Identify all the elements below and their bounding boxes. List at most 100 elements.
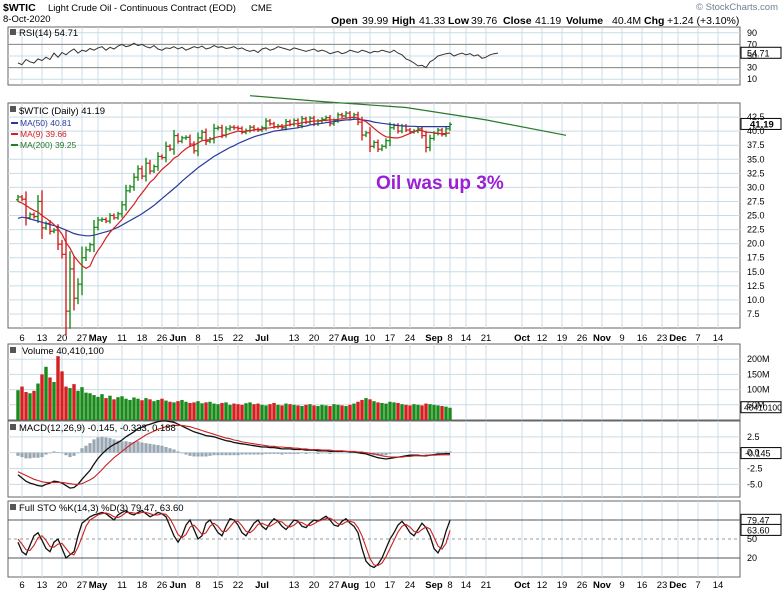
stock-chart: $WTIC Light Crude Oil - Continuous Contr… xyxy=(0,0,782,590)
rsi-y-tick-label: 90 xyxy=(747,28,757,38)
volume-bar xyxy=(432,404,436,420)
macd-histogram-bar xyxy=(52,451,56,453)
macd-histogram-bar xyxy=(164,446,168,453)
macd-histogram-bar xyxy=(272,452,276,454)
volume-bar xyxy=(208,401,212,420)
bottom-x-tick-label: 26 xyxy=(577,580,588,590)
macd-y-tick-label: 2.5 xyxy=(747,432,760,442)
macd-histogram-bar xyxy=(24,452,28,459)
chart-date: 8-Oct-2020 xyxy=(3,14,51,25)
volume-bar xyxy=(316,406,320,420)
quote-open-label: Open xyxy=(331,15,358,27)
macd-histogram-bar xyxy=(292,452,296,454)
macd-histogram-bar xyxy=(148,443,152,453)
macd-histogram-bar xyxy=(296,452,300,454)
chart-instrument-name: Light Crude Oil - Continuous Contract (E… xyxy=(48,3,236,14)
price-y-tick-label: 15.0 xyxy=(747,267,765,277)
bottom-x-tick-label: 21 xyxy=(481,580,492,590)
volume-bar xyxy=(440,406,444,420)
bottom-x-tick-label: 17 xyxy=(385,580,396,590)
price-x-tick-label: 9 xyxy=(619,333,624,344)
volume-bar xyxy=(148,399,152,420)
volume-bar xyxy=(360,399,364,420)
ma200-legend: MA(200) 39.25 xyxy=(20,140,76,150)
volume-bar xyxy=(392,402,396,420)
macd-histogram-bar xyxy=(140,442,144,453)
price-x-tick-label: 11 xyxy=(117,333,127,344)
volume-bar xyxy=(428,404,432,420)
macd-histogram-bar xyxy=(404,452,408,453)
macd-histogram-bar xyxy=(312,452,316,454)
volume-bar xyxy=(344,406,348,420)
quote-close-label: Close xyxy=(503,15,532,27)
quote-chg-label: Chg xyxy=(644,15,664,27)
volume-bar xyxy=(400,404,404,420)
volume-bar xyxy=(108,395,112,420)
price-x-tick-label: Jul xyxy=(255,333,269,344)
volume-bar xyxy=(88,393,92,420)
macd-histogram-bar xyxy=(136,441,140,453)
macd-histogram-bar xyxy=(48,452,52,454)
macd-y-tick-label: -5.0 xyxy=(747,479,763,489)
volume-bar xyxy=(280,405,284,420)
bottom-x-tick-label: 10 xyxy=(365,580,376,590)
macd-histogram-bar xyxy=(344,452,348,454)
price-x-tick-label: 16 xyxy=(637,333,648,344)
macd-histogram-bar xyxy=(388,452,392,454)
volume-bar xyxy=(368,399,372,420)
volume-bar xyxy=(56,356,60,420)
macd-histogram-bar xyxy=(76,452,80,454)
macd-histogram-bar xyxy=(304,452,308,454)
macd-histogram-bar xyxy=(36,452,40,458)
volume-bar xyxy=(408,405,412,420)
volume-bar xyxy=(412,404,416,420)
volume-bar xyxy=(364,398,368,420)
volume-bar xyxy=(372,401,376,420)
macd-histogram-bar xyxy=(68,452,72,458)
macd-histogram-bar xyxy=(172,449,176,453)
macd-histogram-bar xyxy=(396,452,400,454)
macd-legend-swatch xyxy=(10,424,16,430)
macd-histogram-bar xyxy=(100,436,104,453)
macd-histogram-bar xyxy=(244,452,248,455)
volume-bar xyxy=(288,404,292,420)
volume-bar xyxy=(256,403,260,420)
macd-histogram-bar xyxy=(248,452,252,455)
macd-histogram-bar xyxy=(184,452,188,455)
macd-y-tick-label: -2.5 xyxy=(747,464,763,474)
macd-histogram-bar xyxy=(276,452,280,454)
volume-bar xyxy=(84,392,88,420)
macd-histogram-bar xyxy=(112,439,116,453)
quote-low-value: 39.76 xyxy=(471,15,497,27)
volume-bar xyxy=(136,398,140,420)
bottom-x-tick-label: 13 xyxy=(37,580,48,590)
bottom-x-tick-label: Jun xyxy=(170,580,187,590)
macd-histogram-bar xyxy=(40,452,44,458)
bottom-x-tick-label: 7 xyxy=(695,580,700,590)
bottom-x-tick-label: 12 xyxy=(537,580,548,590)
volume-bar xyxy=(40,374,44,420)
price-x-tick-label: 8 xyxy=(195,333,200,344)
volume-bar xyxy=(348,404,352,420)
price-y-tick-label: 42.5 xyxy=(747,112,765,122)
macd-histogram-bar xyxy=(228,452,232,456)
volume-bar xyxy=(144,398,148,420)
volume-bar xyxy=(68,388,72,420)
volume-bar xyxy=(420,405,424,420)
quote-chg-value: +1.24 (+3.10%) xyxy=(667,15,739,27)
volume-bar xyxy=(124,398,128,420)
volume-bar xyxy=(92,395,96,420)
macd-histogram-bar xyxy=(144,443,148,453)
macd-histogram-bar xyxy=(416,452,420,453)
volume-bar xyxy=(444,406,448,420)
volume-bar xyxy=(244,403,248,420)
macd-histogram-bar xyxy=(20,452,24,458)
volume-bar xyxy=(384,403,388,420)
chart-exchange: CME xyxy=(251,3,272,14)
price-x-tick-label: 26 xyxy=(577,333,588,344)
macd-histogram-bar xyxy=(92,439,96,453)
volume-bar xyxy=(196,401,200,420)
bottom-x-tick-label: 22 xyxy=(233,580,244,590)
sto-title: Full STO %K(14,3) %D(3) 79.47, 63.60 xyxy=(19,503,184,514)
price-y-tick-label: 37.5 xyxy=(747,140,765,150)
